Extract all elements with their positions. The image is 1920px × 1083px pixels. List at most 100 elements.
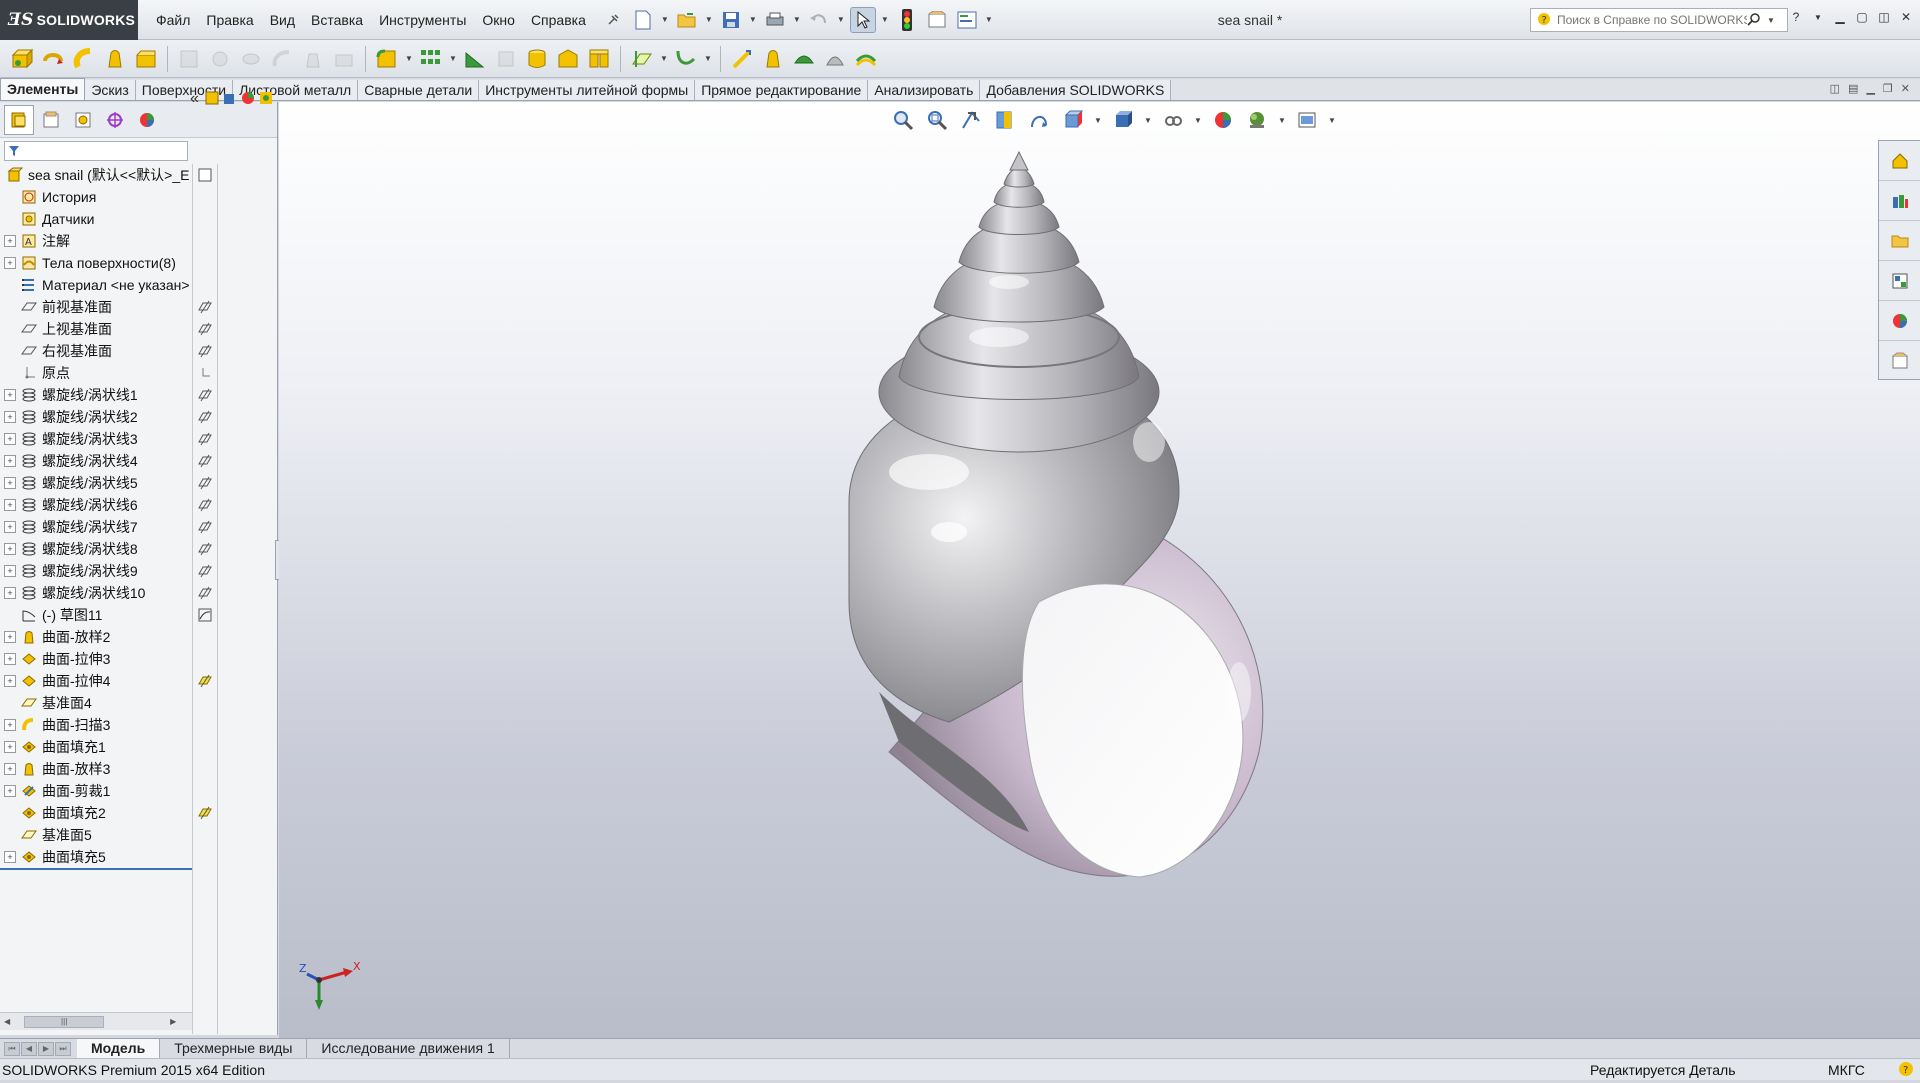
plane-status-icon[interactable] (193, 384, 217, 406)
tree-item[interactable]: + 螺旋线/涡状线10 (0, 582, 192, 604)
dimxpert-tab-icon[interactable] (100, 105, 130, 135)
intersect-icon[interactable] (585, 45, 613, 73)
boundary-cut-icon[interactable] (330, 45, 358, 73)
solidworks-resources-icon[interactable] (1879, 141, 1920, 181)
tree-item[interactable]: Материал <не указан> (0, 274, 192, 296)
expand-icon[interactable]: + (4, 741, 16, 753)
bottom-tab[interactable]: Модель (77, 1038, 161, 1059)
tree-item[interactable]: + 螺旋线/涡状线6 (0, 494, 192, 516)
minimize-icon[interactable]: ▁ (1832, 10, 1848, 24)
tree-item[interactable]: + 螺旋线/涡状线3 (0, 428, 192, 450)
command-tab[interactable]: Анализировать (868, 80, 981, 100)
tree-item[interactable]: + 曲面-放样3 (0, 758, 192, 780)
view-settings-dropdown-icon[interactable]: ▼ (1327, 116, 1337, 125)
draft-icon[interactable] (492, 45, 520, 73)
surface-loft-icon[interactable] (759, 45, 787, 73)
hide-show-items-icon[interactable] (1159, 106, 1187, 134)
tree-item[interactable]: + 曲面-扫描3 (0, 714, 192, 736)
rib-icon[interactable] (461, 45, 489, 73)
plane-status-icon[interactable] (193, 560, 217, 582)
expand-icon[interactable]: + (4, 455, 16, 467)
yplane-status-icon[interactable] (193, 802, 217, 824)
graphics-viewport[interactable]: ▼ ▼ ▼ ▼ ▼ X Z (279, 102, 1920, 1038)
curves-icon[interactable] (672, 45, 700, 73)
tree-item[interactable]: 上视基准面 (0, 318, 192, 340)
tree-item[interactable]: 前视基准面 (0, 296, 192, 318)
last-tab-icon[interactable]: ⏭ (55, 1041, 71, 1056)
custom-properties-icon[interactable] (1879, 341, 1920, 381)
origin-status-icon[interactable] (193, 362, 217, 384)
scene-dropdown-icon[interactable]: ▼ (1277, 116, 1287, 125)
lofted-cut-icon[interactable] (299, 45, 327, 73)
fillet-dropdown-icon[interactable]: ▼ (404, 54, 414, 63)
menu-item[interactable]: Справка (523, 0, 594, 40)
extruded-cut-icon[interactable] (175, 45, 203, 73)
rollback-bar[interactable] (0, 868, 192, 870)
tree-item[interactable]: + 螺旋线/涡状线7 (0, 516, 192, 538)
tree-horizontal-scrollbar[interactable]: ◀ ||| ▶ (0, 1012, 192, 1030)
expand-icon[interactable]: + (4, 477, 16, 489)
section-view-icon[interactable] (991, 106, 1019, 134)
display-style-icon[interactable] (1109, 106, 1137, 134)
expand-icon[interactable]: + (4, 785, 16, 797)
expand-icon[interactable]: + (4, 257, 16, 269)
expand-icon[interactable]: + (4, 521, 16, 533)
rebuild-traffic-light-icon[interactable] (894, 7, 920, 33)
expand-icon[interactable]: + (4, 653, 16, 665)
search-icon[interactable] (1747, 12, 1761, 29)
menu-item[interactable]: Вид (262, 0, 303, 40)
expand-icon[interactable]: + (4, 587, 16, 599)
yplane-status-icon[interactable] (193, 670, 217, 692)
edit-appearance-icon[interactable] (1209, 106, 1237, 134)
solidworks-logo[interactable]: ƎS SOLIDWORKS (0, 0, 138, 40)
expand-icon[interactable]: + (4, 851, 16, 863)
plane-status-icon[interactable] (193, 296, 217, 318)
plane-status-icon[interactable] (193, 582, 217, 604)
tile-vertical-icon[interactable]: ▤ (1848, 82, 1858, 95)
prev-tab-icon[interactable]: ◀ (21, 1041, 37, 1056)
boundary-boss-icon[interactable] (132, 45, 160, 73)
tree-item[interactable]: + 曲面-放样2 (0, 626, 192, 648)
select-dropdown-icon[interactable]: ▼ (880, 15, 890, 24)
surface-dome-icon[interactable] (821, 45, 849, 73)
tree-item[interactable]: + 螺旋线/涡状线4 (0, 450, 192, 472)
appearances-scenes-icon[interactable] (1879, 301, 1920, 341)
save-dropdown-icon[interactable]: ▼ (748, 15, 758, 24)
plane-status-icon[interactable] (193, 538, 217, 560)
plane-status-icon[interactable] (193, 318, 217, 340)
design-library-icon[interactable] (1879, 181, 1920, 221)
tree-item[interactable]: 基准面4 (0, 692, 192, 714)
view-orientation-dropdown-icon[interactable]: ▼ (1093, 116, 1103, 125)
swept-boss-icon[interactable] (70, 45, 98, 73)
shell-icon[interactable] (523, 45, 551, 73)
display-style-dropdown-icon[interactable]: ▼ (1143, 116, 1153, 125)
scene-tab-icon[interactable] (258, 90, 274, 109)
revolved-cut-icon[interactable] (237, 45, 265, 73)
reference-geometry-icon[interactable] (628, 45, 656, 73)
sea-snail-model[interactable] (699, 132, 1399, 892)
configuration-manager-tab-icon[interactable] (68, 105, 98, 135)
instant3d-icon[interactable] (728, 45, 756, 73)
menu-item[interactable]: Инструменты (371, 0, 474, 40)
scroll-left-icon[interactable]: ◀ (4, 1017, 10, 1026)
tree-item[interactable]: + 螺旋线/涡状线9 (0, 560, 192, 582)
expand-icon[interactable]: + (4, 235, 16, 247)
menu-item[interactable]: Вставка (303, 0, 371, 40)
collapse-tabs-icon[interactable]: « (190, 90, 199, 108)
tree-item[interactable]: 右视基准面 (0, 340, 192, 362)
command-tab[interactable]: Элементы (0, 78, 86, 100)
tree-item[interactable]: + 螺旋线/涡状线8 (0, 538, 192, 560)
tree-item[interactable]: + 曲面-拉伸4 (0, 670, 192, 692)
plane-status-icon[interactable] (193, 494, 217, 516)
view-orientation-icon[interactable] (1059, 106, 1087, 134)
command-tab[interactable]: Эскиз (85, 80, 136, 100)
expand-icon[interactable]: + (4, 499, 16, 511)
file-explorer-icon[interactable] (1879, 221, 1920, 261)
new-document-icon[interactable] (630, 7, 656, 33)
undo-icon[interactable] (806, 7, 832, 33)
help-search-input[interactable] (1557, 13, 1747, 27)
next-tab-icon[interactable]: ▶ (38, 1041, 54, 1056)
tree-item[interactable]: + 曲面填充5 (0, 846, 192, 868)
view-tab-icon[interactable] (222, 90, 238, 109)
lofted-boss-icon[interactable] (101, 45, 129, 73)
